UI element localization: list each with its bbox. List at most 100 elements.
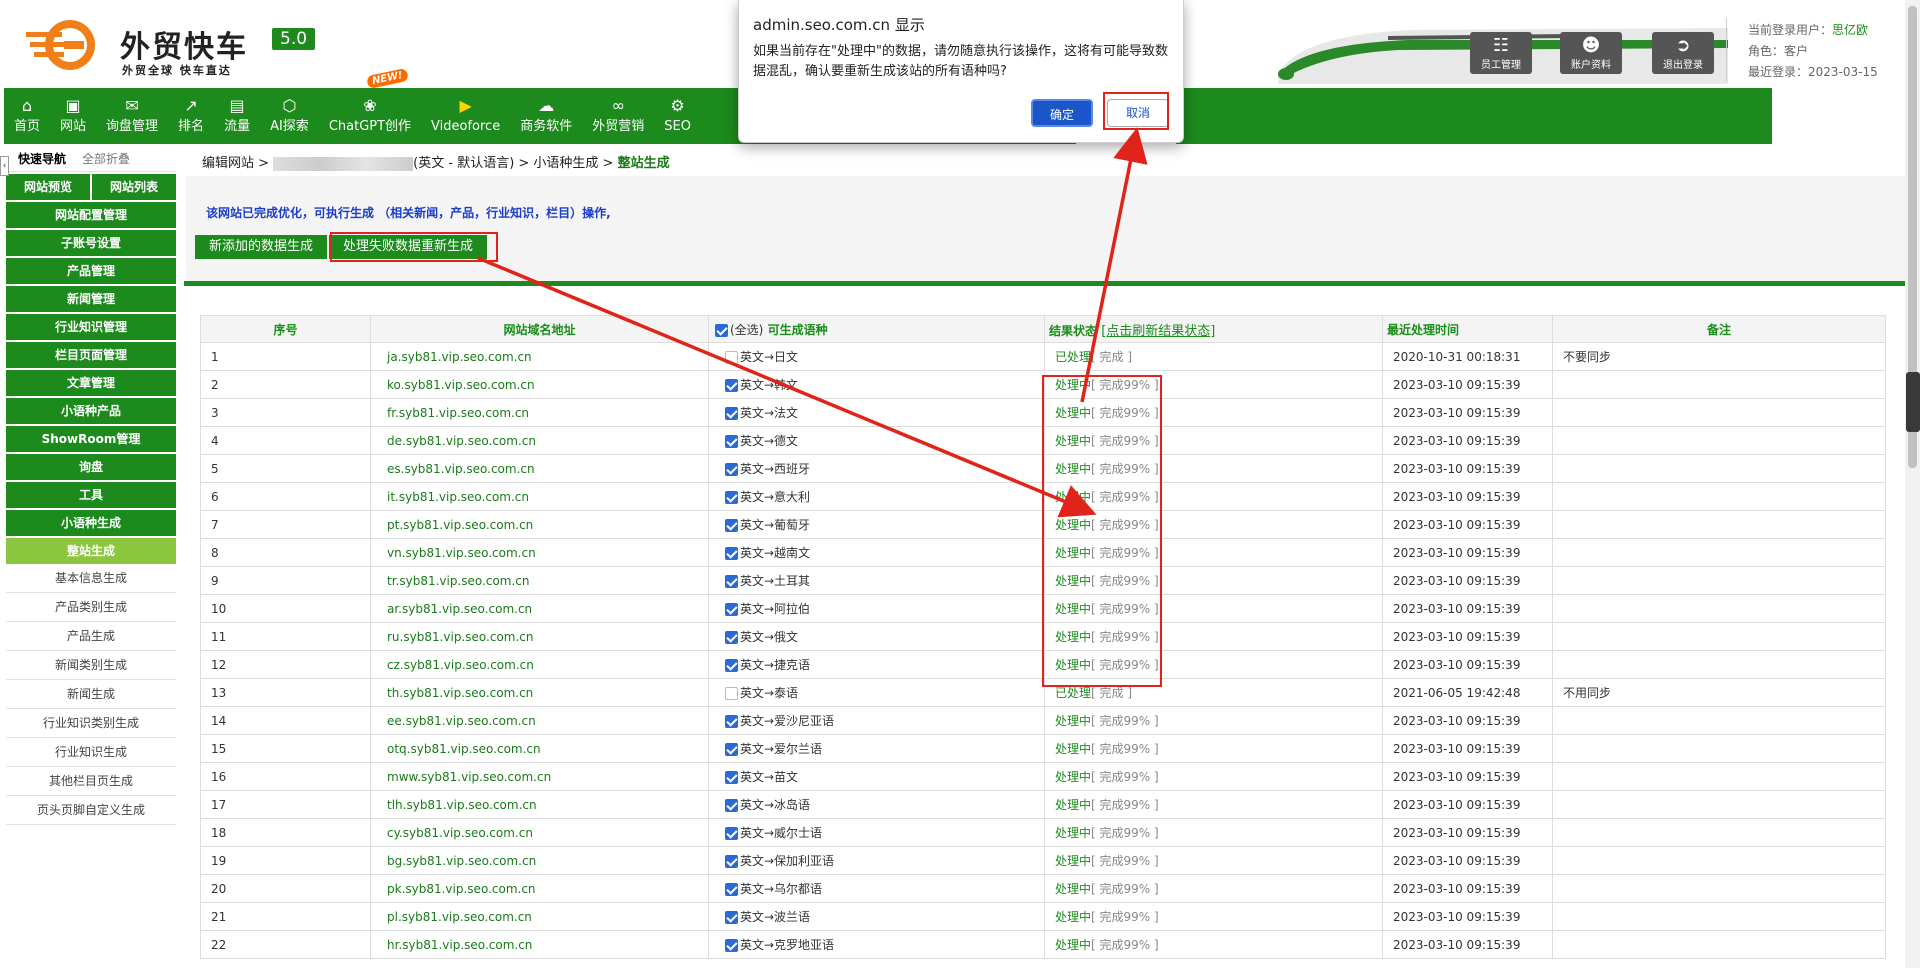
- sidebar-subitem[interactable]: 基本信息生成: [6, 564, 176, 593]
- sidebar-subitem[interactable]: 页头页脚自定义生成: [6, 796, 176, 825]
- nav-traffic[interactable]: ▤ 流量: [214, 88, 260, 144]
- staff-management-button[interactable]: ☷ 员工管理: [1470, 32, 1532, 74]
- sidebar-subitem[interactable]: 新闻生成: [6, 680, 176, 709]
- row-domain[interactable]: ar.syb81.vip.seo.com.cn: [370, 594, 709, 623]
- tab-quick-nav[interactable]: 快速导航: [18, 150, 66, 167]
- nav-website[interactable]: ▣ 网站: [50, 88, 96, 144]
- row-note: [1552, 930, 1886, 959]
- sidebar-group-news[interactable]: 新闻管理: [6, 286, 176, 312]
- account-info-button[interactable]: ☻ 账户资料: [1560, 32, 1622, 74]
- row-checkbox[interactable]: [725, 799, 738, 812]
- row-checkbox[interactable]: [725, 603, 738, 616]
- row-domain[interactable]: mww.syb81.vip.seo.com.cn: [370, 762, 709, 791]
- sidebar-subitem[interactable]: 行业知识类别生成: [6, 709, 176, 738]
- website-preview-button[interactable]: 网站预览: [6, 174, 90, 200]
- sidebar-subitem[interactable]: 新闻类别生成: [6, 651, 176, 680]
- row-status-state: 处理中: [1055, 546, 1092, 560]
- sidebar-group-products[interactable]: 产品管理: [6, 258, 176, 284]
- row-checkbox[interactable]: [725, 855, 738, 868]
- row-domain[interactable]: ko.syb81.vip.seo.com.cn: [370, 370, 709, 399]
- row-checkbox[interactable]: [725, 687, 738, 700]
- row-domain[interactable]: ru.syb81.vip.seo.com.cn: [370, 622, 709, 651]
- row-domain[interactable]: pt.syb81.vip.seo.com.cn: [370, 510, 709, 539]
- logo[interactable]: 外贸快车 5.0 外贸全球 快车直达: [24, 16, 324, 77]
- scroll-widget-icon[interactable]: [1906, 372, 1920, 432]
- breadcrumb-middle[interactable]: (英文 - 默认语言) > 小语种生成 >: [413, 156, 613, 171]
- tab-regenerate-failed[interactable]: 处理失败数据重新生成: [329, 235, 488, 259]
- row-checkbox[interactable]: [725, 883, 738, 896]
- row-checkbox[interactable]: [725, 911, 738, 924]
- row-domain[interactable]: ja.syb81.vip.seo.com.cn: [370, 342, 709, 371]
- row-checkbox[interactable]: [725, 407, 738, 420]
- sidebar-group-inquiry[interactable]: 询盘: [6, 454, 176, 480]
- nav-ai-explore[interactable]: ⬡ AI探索: [260, 88, 319, 144]
- tab-new-data-generate[interactable]: 新添加的数据生成: [195, 235, 328, 259]
- nav-videoforce[interactable]: ▶ Videoforce: [421, 88, 510, 144]
- row-checkbox[interactable]: [725, 435, 738, 448]
- row-checkbox[interactable]: [725, 715, 738, 728]
- row-domain[interactable]: tlh.syb81.vip.seo.com.cn: [370, 790, 709, 819]
- sidebar-group-industry[interactable]: 行业知识管理: [6, 314, 176, 340]
- col-note: 备注: [1552, 315, 1886, 343]
- nav-chatgpt[interactable]: NEW! ❀ ChatGPT创作: [319, 67, 421, 144]
- sidebar-group-minor-lang-products[interactable]: 小语种产品: [6, 398, 176, 424]
- row-checkbox[interactable]: [725, 519, 738, 532]
- account-icon: ☻: [1581, 35, 1601, 56]
- row-checkbox[interactable]: [725, 939, 738, 952]
- logout-button[interactable]: ➲ 退出登录: [1652, 32, 1714, 74]
- row-domain[interactable]: es.syb81.vip.seo.com.cn: [370, 454, 709, 483]
- sidebar-item-full-site-gen[interactable]: 整站生成: [6, 538, 176, 564]
- row-checkbox[interactable]: [725, 659, 738, 672]
- tab-collapse-all[interactable]: 全部折叠: [82, 150, 130, 167]
- row-domain[interactable]: pl.syb81.vip.seo.com.cn: [370, 902, 709, 931]
- row-domain[interactable]: cz.syb81.vip.seo.com.cn: [370, 650, 709, 679]
- sidebar-group-columns[interactable]: 栏目页面管理: [6, 342, 176, 368]
- row-checkbox[interactable]: [725, 379, 738, 392]
- sidebar-group-sub-accounts[interactable]: 子账号设置: [6, 230, 176, 256]
- nav-inquiry[interactable]: ✉ 询盘管理: [96, 88, 168, 144]
- website-list-button[interactable]: 网站列表: [92, 174, 176, 200]
- nav-seo[interactable]: ⚙ SEO: [654, 88, 701, 144]
- sidebar-collapse-button[interactable]: ‹: [0, 156, 9, 176]
- row-checkbox[interactable]: [725, 743, 738, 756]
- row-checkbox[interactable]: [725, 631, 738, 644]
- row-domain[interactable]: bg.syb81.vip.seo.com.cn: [370, 846, 709, 875]
- sidebar-subitem[interactable]: 产品类别生成: [6, 593, 176, 622]
- dialog-ok-button[interactable]: 确定: [1031, 99, 1093, 127]
- row-domain[interactable]: hr.syb81.vip.seo.com.cn: [370, 930, 709, 959]
- row-checkbox[interactable]: [725, 491, 738, 504]
- row-domain[interactable]: pk.syb81.vip.seo.com.cn: [370, 874, 709, 903]
- sidebar-subitem[interactable]: 行业知识生成: [6, 738, 176, 767]
- nav-ranking[interactable]: ↗ 排名: [168, 88, 214, 144]
- row-domain[interactable]: de.syb81.vip.seo.com.cn: [370, 426, 709, 455]
- row-domain[interactable]: cy.syb81.vip.seo.com.cn: [370, 818, 709, 847]
- row-checkbox[interactable]: [725, 463, 738, 476]
- sidebar-group-showroom[interactable]: ShowRoom管理: [6, 426, 176, 452]
- row-checkbox[interactable]: [725, 351, 738, 364]
- sidebar-group-tools[interactable]: 工具: [6, 482, 176, 508]
- row-checkbox[interactable]: [725, 771, 738, 784]
- select-all-checkbox[interactable]: [715, 323, 728, 337]
- nav-business-software[interactable]: ☁ 商务软件: [510, 88, 582, 144]
- nav-marketing[interactable]: ∞ 外贸营销: [582, 88, 654, 144]
- marketing-icon: ∞: [611, 96, 625, 115]
- refresh-status-link[interactable]: [点击刷新结果状态]: [1101, 324, 1215, 339]
- row-domain[interactable]: tr.syb81.vip.seo.com.cn: [370, 566, 709, 595]
- nav-home[interactable]: ⌂ 首页: [4, 88, 50, 144]
- dialog-cancel-button[interactable]: 取消: [1107, 99, 1169, 127]
- sidebar-subitem[interactable]: 其他栏目页生成: [6, 767, 176, 796]
- row-domain[interactable]: it.syb81.vip.seo.com.cn: [370, 482, 709, 511]
- sidebar-group-site-config[interactable]: 网站配置管理: [6, 202, 176, 228]
- row-domain[interactable]: th.syb81.vip.seo.com.cn: [370, 678, 709, 707]
- sidebar-subitem[interactable]: 产品生成: [6, 622, 176, 651]
- row-checkbox[interactable]: [725, 547, 738, 560]
- row-checkbox[interactable]: [725, 575, 738, 588]
- row-domain[interactable]: vn.syb81.vip.seo.com.cn: [370, 538, 709, 567]
- row-domain[interactable]: otq.syb81.vip.seo.com.cn: [370, 734, 709, 763]
- row-checkbox[interactable]: [725, 827, 738, 840]
- breadcrumb-prefix[interactable]: 编辑网站 >: [202, 156, 269, 171]
- row-domain[interactable]: fr.syb81.vip.seo.com.cn: [370, 398, 709, 427]
- row-domain[interactable]: ee.syb81.vip.seo.com.cn: [370, 706, 709, 735]
- sidebar-group-minor-lang-gen[interactable]: 小语种生成: [6, 510, 176, 536]
- sidebar-group-articles[interactable]: 文章管理: [6, 370, 176, 396]
